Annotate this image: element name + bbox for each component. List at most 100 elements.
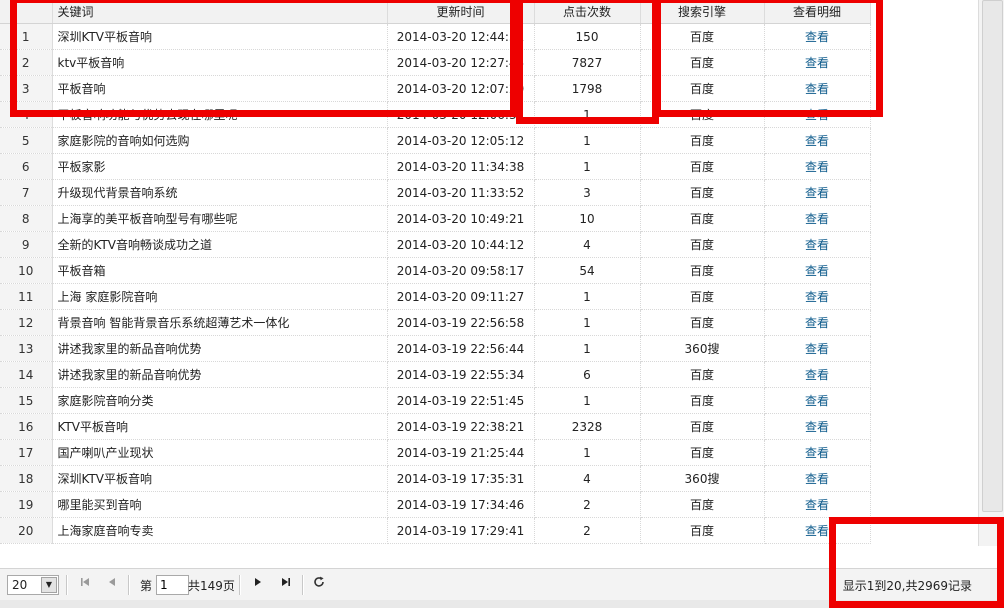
table-row[interactable]: 15 家庭影院音响分类 2014-03-19 22:51:45 1 百度 查看 [0,387,871,414]
detail-cell: 查看 [764,517,871,544]
detail-cell: 查看 [764,413,871,440]
view-detail-link[interactable]: 查看 [805,472,829,486]
updated-cell: 2014-03-20 12:07:29 [387,75,535,102]
table-row[interactable]: 3 平板音响 2014-03-20 12:07:29 1798 百度 查看 [0,75,871,102]
detail-cell: 查看 [764,75,871,102]
table-row[interactable]: 17 国产喇叭产业现状 2014-03-19 21:25:44 1 百度 查看 [0,439,871,466]
row-number: 17 [0,439,53,466]
column-header-keyword[interactable]: 关键词 [52,0,388,24]
table-row[interactable]: 4 平板音响功能与优势去现在哪里呢 2014-03-20 12:06:32 1 百度 查看 [0,101,871,128]
keyword-cell: 上海家庭音响专卖 [52,517,388,544]
table-row[interactable]: 2 ktv平板音响 2014-03-20 12:27:45 7827 百度 查看 [0,49,871,76]
view-detail-link[interactable]: 查看 [805,290,829,304]
row-number: 3 [0,75,53,102]
clicks-cell: 1 [534,283,641,310]
row-number: 16 [0,413,53,440]
last-page-icon[interactable] [278,576,294,592]
view-detail-link[interactable]: 查看 [805,212,829,226]
view-detail-link[interactable]: 查看 [805,524,829,538]
table-row[interactable]: 7 升级现代背景音响系统 2014-03-20 11:33:52 3 百度 查看 [0,179,871,206]
detail-cell: 查看 [764,335,871,362]
row-number: 20 [0,517,53,544]
next-page-icon[interactable] [250,576,266,592]
prev-page-icon[interactable] [104,576,120,592]
table-row[interactable]: 13 讲述我家里的新品音响优势 2014-03-19 22:56:44 1 360搜 查看 [0,335,871,362]
column-header-engine[interactable]: 搜索引擎 [640,0,765,24]
chevron-down-icon[interactable]: ▼ [41,577,57,593]
engine-cell: 百度 [640,49,765,76]
keyword-cell: 讲述我家里的新品音响优势 [52,335,388,362]
view-detail-link[interactable]: 查看 [805,108,829,122]
keyword-cell: 平板音响 [52,75,388,102]
detail-cell: 查看 [764,387,871,414]
table-row[interactable]: 20 上海家庭音响专卖 2014-03-19 17:29:41 2 百度 查看 [0,517,871,544]
page-size-select[interactable]: 20 ▼ [7,575,59,595]
vertical-scrollbar[interactable] [978,0,1004,546]
keyword-cell: 家庭影院音响分类 [52,387,388,414]
column-header-clicks[interactable]: 点击次数 [534,0,641,24]
view-detail-link[interactable]: 查看 [805,160,829,174]
table-row[interactable]: 11 上海 家庭影院音响 2014-03-20 09:11:27 1 百度 查看 [0,283,871,310]
row-number: 14 [0,361,53,388]
detail-cell: 查看 [764,283,871,310]
view-detail-link[interactable]: 查看 [805,82,829,96]
view-detail-link[interactable]: 查看 [805,30,829,44]
table-row[interactable]: 5 家庭影院的音响如何选购 2014-03-20 12:05:12 1 百度 查看 [0,127,871,154]
view-detail-link[interactable]: 查看 [805,446,829,460]
clicks-cell: 1 [534,439,641,466]
column-header-updated[interactable]: 更新时间 [387,0,535,24]
window-bottom-strip [0,600,1004,608]
keyword-cell: 上海享的美平板音响型号有哪些呢 [52,205,388,232]
table-row[interactable]: 19 哪里能买到音响 2014-03-19 17:34:46 2 百度 查看 [0,491,871,518]
clicks-cell: 4 [534,231,641,258]
engine-cell: 百度 [640,75,765,102]
scrollbar-thumb[interactable] [982,0,1003,512]
column-header-detail[interactable]: 查看明细 [764,0,871,24]
detail-cell: 查看 [764,101,871,128]
view-detail-link[interactable]: 查看 [805,368,829,382]
updated-cell: 2014-03-19 22:38:21 [387,413,535,440]
view-detail-link[interactable]: 查看 [805,498,829,512]
view-detail-link[interactable]: 查看 [805,134,829,148]
view-detail-link[interactable]: 查看 [805,316,829,330]
view-detail-link[interactable]: 查看 [805,394,829,408]
detail-cell: 查看 [764,439,871,466]
updated-cell: 2014-03-20 10:49:21 [387,205,535,232]
view-detail-link[interactable]: 查看 [805,186,829,200]
table-row[interactable]: 8 上海享的美平板音响型号有哪些呢 2014-03-20 10:49:21 10 百度 查… [0,205,871,232]
engine-cell: 百度 [640,205,765,232]
view-detail-link[interactable]: 查看 [805,264,829,278]
engine-cell: 百度 [640,257,765,284]
engine-cell: 百度 [640,439,765,466]
row-number: 1 [0,23,53,50]
detail-cell: 查看 [764,361,871,388]
table-row[interactable]: 16 KTV平板音响 2014-03-19 22:38:21 2328 百度 查看 [0,413,871,440]
view-detail-link[interactable]: 查看 [805,56,829,70]
pager-separator [128,575,130,595]
view-detail-link[interactable]: 查看 [805,342,829,356]
updated-cell: 2014-03-20 12:44:31 [387,23,535,50]
clicks-cell: 1 [534,101,641,128]
table-row[interactable]: 1 深圳KTV平板音响 2014-03-20 12:44:31 150 百度 查看 [0,23,871,50]
table-row[interactable]: 14 讲述我家里的新品音响优势 2014-03-19 22:55:34 6 百度 查看 [0,361,871,388]
table-row[interactable]: 6 平板家影 2014-03-20 11:34:38 1 百度 查看 [0,153,871,180]
keyword-cell: 讲述我家里的新品音响优势 [52,361,388,388]
engine-cell: 百度 [640,179,765,206]
engine-cell: 百度 [640,517,765,544]
refresh-icon[interactable] [311,576,327,592]
table-row[interactable]: 9 全新的KTV音响畅谈成功之道 2014-03-20 10:44:12 4 百度 查看 [0,231,871,258]
table-row[interactable]: 12 背景音响 智能背景音乐系统超薄艺术一体化 2014-03-19 22:56:5… [0,309,871,336]
clicks-cell: 7827 [534,49,641,76]
table-row[interactable]: 18 深圳KTV平板音响 2014-03-19 17:35:31 4 360搜 查看 [0,465,871,492]
updated-cell: 2014-03-19 17:34:46 [387,491,535,518]
clicks-cell: 1 [534,335,641,362]
view-detail-link[interactable]: 查看 [805,420,829,434]
view-detail-link[interactable]: 查看 [805,238,829,252]
row-number: 8 [0,205,53,232]
first-page-icon[interactable] [77,576,93,592]
keyword-cell: 上海 家庭影院音响 [52,283,388,310]
page-number-input[interactable] [156,575,189,595]
keyword-table: 关键词 更新时间 点击次数 搜索引擎 查看明细 1 深圳KTV平板音响 2014-0… [0,0,871,544]
detail-cell: 查看 [764,23,871,50]
table-row[interactable]: 10 平板音箱 2014-03-20 09:58:17 54 百度 查看 [0,257,871,284]
